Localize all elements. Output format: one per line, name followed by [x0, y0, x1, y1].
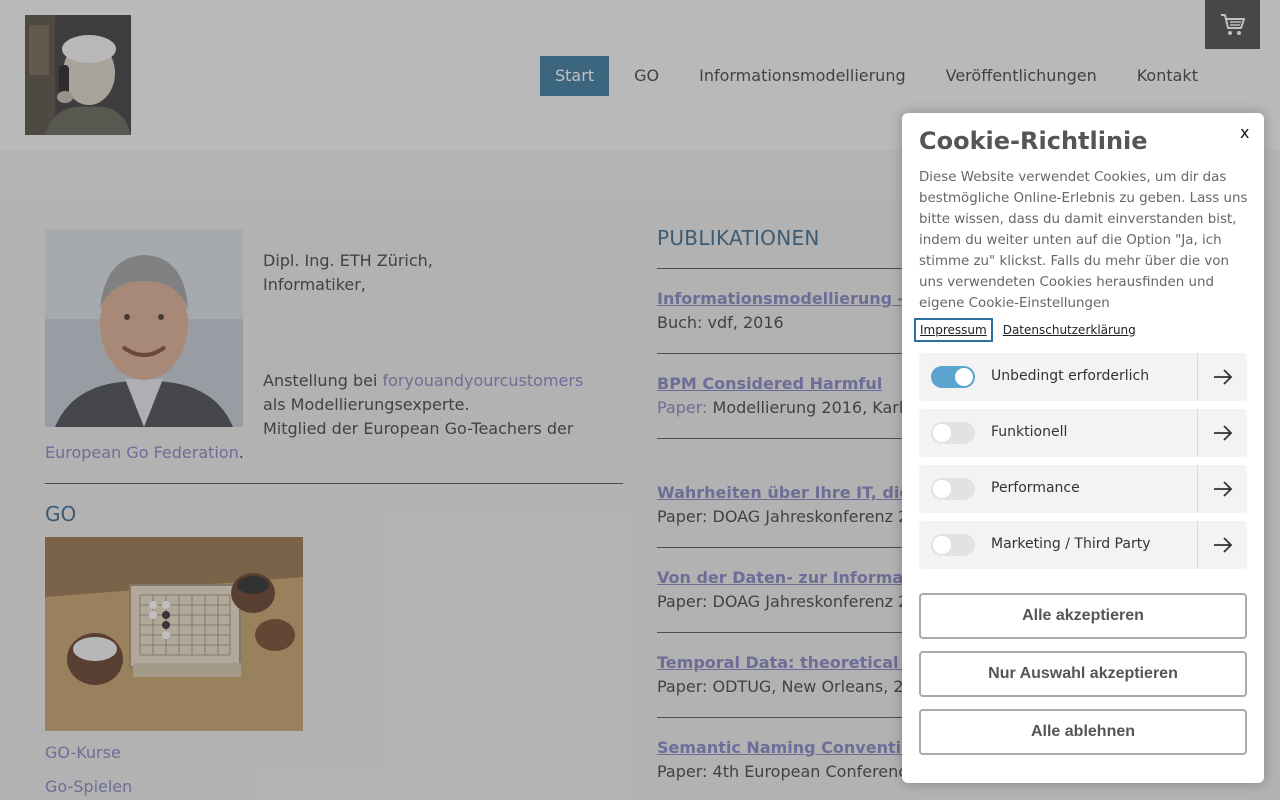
- privacy-link[interactable]: Datenschutzerklärung: [1003, 323, 1136, 337]
- impressum-link[interactable]: Impressum: [914, 318, 993, 342]
- option-divider: [1197, 409, 1198, 457]
- option-label: Funktionell: [991, 424, 1068, 440]
- option-divider: [1197, 521, 1198, 569]
- toggle-performance[interactable]: [931, 478, 975, 500]
- cookie-option-marketing: Marketing / Third Party: [919, 521, 1247, 569]
- toggle-necessary[interactable]: [931, 366, 975, 388]
- reject-all-button[interactable]: Alle ablehnen: [919, 709, 1247, 755]
- accept-all-button[interactable]: Alle akzeptieren: [919, 593, 1247, 639]
- close-icon[interactable]: x: [1240, 123, 1249, 142]
- arrow-right-icon[interactable]: [1209, 421, 1237, 445]
- toggle-knob: [955, 368, 973, 386]
- cookie-links: Impressum Datenschutzerklärung: [914, 318, 1136, 342]
- toggle-knob: [933, 536, 951, 554]
- option-divider: [1197, 353, 1198, 401]
- cookie-dialog: Cookie-Richtlinie x Diese Website verwen…: [902, 113, 1264, 783]
- option-label: Marketing / Third Party: [991, 536, 1151, 552]
- toggle-functional[interactable]: [931, 422, 975, 444]
- cookie-title: Cookie-Richtlinie: [919, 127, 1148, 155]
- accept-selection-button[interactable]: Nur Auswahl akzeptieren: [919, 651, 1247, 697]
- cookie-description: Diese Website verwendet Cookies, um dir …: [919, 170, 1248, 311]
- arrow-right-icon[interactable]: [1209, 365, 1237, 389]
- cookie-option-functional: Funktionell: [919, 409, 1247, 457]
- cookie-option-necessary: Unbedingt erforderlich: [919, 353, 1247, 401]
- arrow-right-icon[interactable]: [1209, 533, 1237, 557]
- option-label: Unbedingt erforderlich: [991, 368, 1150, 384]
- toggle-marketing[interactable]: [931, 534, 975, 556]
- option-divider: [1197, 465, 1198, 513]
- arrow-right-icon[interactable]: [1209, 477, 1237, 501]
- toggle-knob: [933, 480, 951, 498]
- toggle-knob: [933, 424, 951, 442]
- cookie-option-performance: Performance: [919, 465, 1247, 513]
- option-label: Performance: [991, 480, 1080, 496]
